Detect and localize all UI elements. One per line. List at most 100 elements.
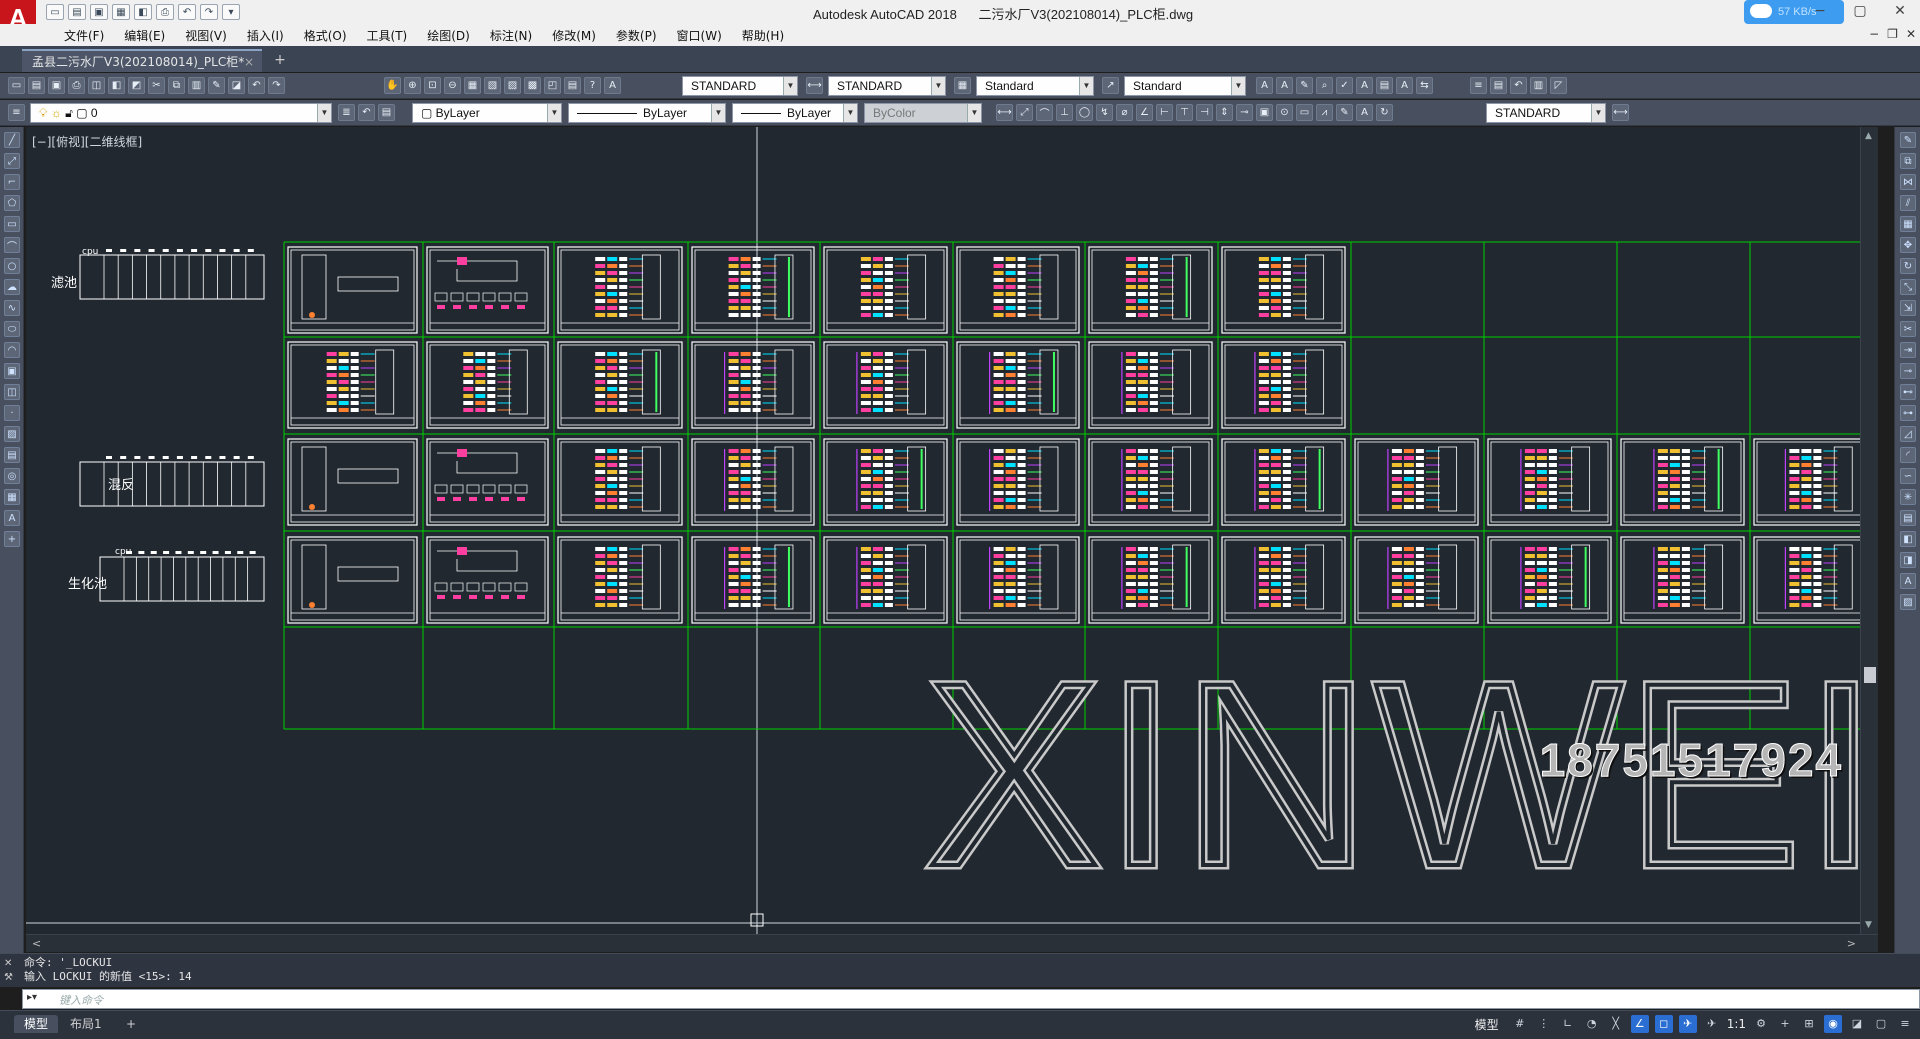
close-tab-icon[interactable]: × (244, 51, 254, 73)
object-snap-tracking-icon[interactable]: ∠ (1630, 1015, 1649, 1033)
dim-text-edit-icon[interactable]: A (1356, 104, 1373, 121)
ortho-icon[interactable]: ∟ (1559, 1015, 1577, 1033)
pan-icon[interactable]: ✋ (384, 77, 401, 94)
chamfer-icon[interactable]: ◿ (1900, 426, 1916, 442)
trim-icon[interactable]: ✂ (1900, 321, 1916, 337)
ellipse-arc-icon[interactable]: ◠ (4, 342, 20, 358)
command-input[interactable]: ▸▾ 键入命令 (22, 989, 1920, 1009)
spline-icon[interactable]: ∿ (4, 300, 20, 316)
web-mobile-icon[interactable]: ◧ (134, 4, 152, 20)
menu-tools[interactable]: 工具(T) (357, 27, 418, 45)
dim-space-icon[interactable]: ⇕ (1216, 104, 1233, 121)
polar-icon[interactable]: ◔ (1583, 1015, 1601, 1033)
insert-block-icon[interactable]: ▣ (4, 363, 20, 379)
copy-icon[interactable]: ⧉ (168, 77, 185, 94)
mirror-icon[interactable]: ⋈ (1900, 174, 1916, 190)
zoom-realtime-icon[interactable]: ⊕ (404, 77, 421, 94)
layer-match-icon[interactable]: ▥ (1530, 77, 1547, 94)
draw-order-icon[interactable]: ▤ (1900, 510, 1916, 526)
save-as-icon[interactable]: ▦ (112, 4, 130, 20)
find-icon[interactable]: ⌕ (1316, 77, 1333, 94)
hatch-back-icon[interactable]: ▨ (1900, 594, 1916, 610)
zoom-window-icon[interactable]: ⊡ (424, 77, 441, 94)
spelling-icon[interactable]: ✓ (1336, 77, 1353, 94)
model-space-toggle[interactable]: 模型 (1475, 1016, 1499, 1033)
menu-file[interactable]: 文件(F) (54, 27, 114, 45)
doc-minimize-button[interactable]: − (1869, 27, 1879, 41)
explode-icon[interactable]: ✳ (1900, 489, 1916, 505)
add-selected-icon[interactable]: + (4, 531, 20, 547)
radius-dim-icon[interactable]: ◯ (1076, 104, 1093, 121)
join-icon[interactable]: ⊶ (1900, 405, 1916, 421)
qat-dropdown-icon[interactable]: ▾ (222, 4, 240, 20)
circle-icon[interactable]: ○ (4, 258, 20, 274)
match-properties-icon[interactable]: ✎ (208, 77, 225, 94)
plus-icon[interactable]: + (1776, 1015, 1794, 1033)
vertical-scrollbar[interactable]: ▲ ▼ (1860, 127, 1878, 934)
tab-model[interactable]: 模型 (14, 1015, 59, 1033)
convert-space-icon[interactable]: ⇆ (1416, 77, 1433, 94)
aligned-dim-icon[interactable]: ⤢ (1016, 104, 1033, 121)
mtext-icon[interactable]: A (1256, 77, 1273, 94)
center-mark-icon[interactable]: ⊙ (1276, 104, 1293, 121)
hatch-icon[interactable]: ▨ (4, 426, 20, 442)
polyline-icon[interactable]: ⌐ (4, 174, 20, 190)
fillet-icon[interactable]: ◜ (1900, 447, 1916, 463)
edit-text-icon[interactable]: ✎ (1296, 77, 1313, 94)
customize-icon[interactable]: ⚒ (4, 971, 18, 985)
menu-view[interactable]: 视图(V) (175, 27, 237, 45)
isolate-objects-icon[interactable]: ◪ (1848, 1015, 1866, 1033)
markup-icon[interactable]: ◰ (544, 77, 561, 94)
3d-print-icon[interactable]: ◩ (128, 77, 145, 94)
doc-close-button[interactable]: ✕ (1906, 27, 1916, 41)
offset-icon[interactable]: ⫽ (1900, 195, 1916, 211)
dim-style-manager-icon[interactable]: ⟷ (1612, 104, 1629, 121)
viewport-controls[interactable]: [−][俯视][二维线框] (32, 133, 142, 150)
workspace-gear-icon[interactable]: ⚙ (1752, 1015, 1770, 1033)
rectangle-icon[interactable]: ▭ (4, 216, 20, 232)
menu-dimension[interactable]: 标注(N) (480, 27, 542, 45)
ellipse-icon[interactable]: ⬭ (4, 321, 20, 337)
scroll-thumb[interactable] (1864, 667, 1876, 683)
plot-icon[interactable]: ⎙ (156, 4, 174, 20)
bring-front-icon[interactable]: ◧ (1900, 531, 1916, 547)
design-center-icon[interactable]: ▧ (484, 77, 501, 94)
menu-window[interactable]: 窗口(W) (667, 27, 732, 45)
horizontal-scrollbar[interactable]: < > (26, 934, 1878, 952)
scroll-up-icon[interactable]: ▲ (1865, 131, 1872, 141)
annotation-visibility-icon[interactable]: ✈ (1678, 1015, 1697, 1033)
jogged-dim-icon[interactable]: ↯ (1096, 104, 1113, 121)
units-icon[interactable]: ⊞ (1800, 1015, 1818, 1033)
construction-line-icon[interactable]: ⤢ (4, 153, 20, 169)
auto-scale-icon[interactable]: ✈ (1703, 1015, 1721, 1033)
table-icon[interactable]: ▦ (4, 489, 20, 505)
text-front-icon[interactable]: A (1900, 573, 1916, 589)
send-back-icon[interactable]: ◨ (1900, 552, 1916, 568)
polygon-icon[interactable]: ⬠ (4, 195, 20, 211)
command-prompt-icon[interactable]: ▸▾ (27, 992, 45, 1006)
layer-state-icon[interactable]: ▤ (1490, 77, 1507, 94)
table-style-icon[interactable]: ▦ (954, 77, 971, 94)
dim-style-dropdown[interactable]: STANDARD ▼ (828, 76, 946, 96)
table-style-dropdown[interactable]: Standard ▼ (976, 76, 1094, 96)
annotation-scale[interactable]: 1:1 (1727, 1017, 1746, 1031)
stretch-icon[interactable]: ⇲ (1900, 300, 1916, 316)
region-icon[interactable]: ◎ (4, 468, 20, 484)
publish-icon[interactable]: ◧ (108, 77, 125, 94)
add-layout-button[interactable]: + (116, 1015, 146, 1033)
new-tab-button[interactable]: + (270, 52, 290, 70)
scroll-right-icon[interactable]: > (1847, 937, 1856, 950)
properties-icon[interactable]: ▦ (464, 77, 481, 94)
move-icon[interactable]: ✥ (1900, 237, 1916, 253)
undo-icon[interactable]: ↶ (178, 4, 196, 20)
line-icon[interactable]: ╱ (4, 132, 20, 148)
doc-restore-button[interactable]: ❐ (1887, 27, 1898, 41)
hardware-acceleration-icon[interactable]: ◉ (1824, 1015, 1842, 1033)
open-icon[interactable]: ▤ (28, 77, 45, 94)
customization-menu-icon[interactable]: ≡ (1896, 1015, 1914, 1033)
menu-draw[interactable]: 绘图(D) (417, 27, 480, 45)
close-icon[interactable]: ✕ (4, 957, 18, 971)
mleader-style-dropdown[interactable]: Standard ▼ (1124, 76, 1246, 96)
menu-help[interactable]: 帮助(H) (732, 27, 794, 45)
gradient-icon[interactable]: ▤ (4, 447, 20, 463)
